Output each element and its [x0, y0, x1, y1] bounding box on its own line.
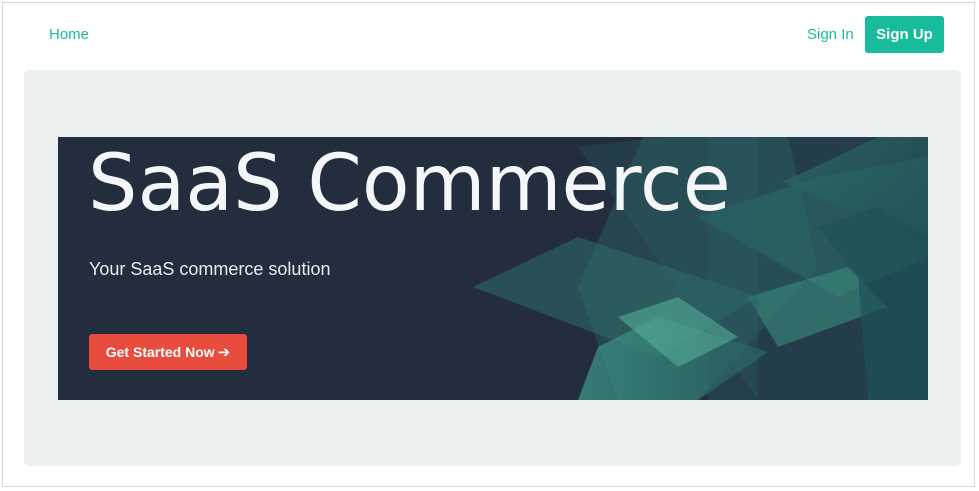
get-started-label: Get Started Now — [105, 344, 215, 360]
nav-signin-link[interactable]: Sign In — [807, 26, 854, 43]
hero-subtitle: Your SaaS commerce solution — [89, 259, 331, 279]
signup-button[interactable]: Sign Up — [865, 16, 944, 53]
arrow-right-icon: ➔ — [217, 344, 231, 361]
get-started-button[interactable]: Get Started Now ➔ — [89, 334, 247, 370]
hero-banner: SaaS Commerce Your SaaS commerce solutio… — [58, 137, 928, 400]
hero-title: SaaS Commerce — [88, 139, 731, 229]
nav-home-link[interactable]: Home — [49, 26, 89, 43]
